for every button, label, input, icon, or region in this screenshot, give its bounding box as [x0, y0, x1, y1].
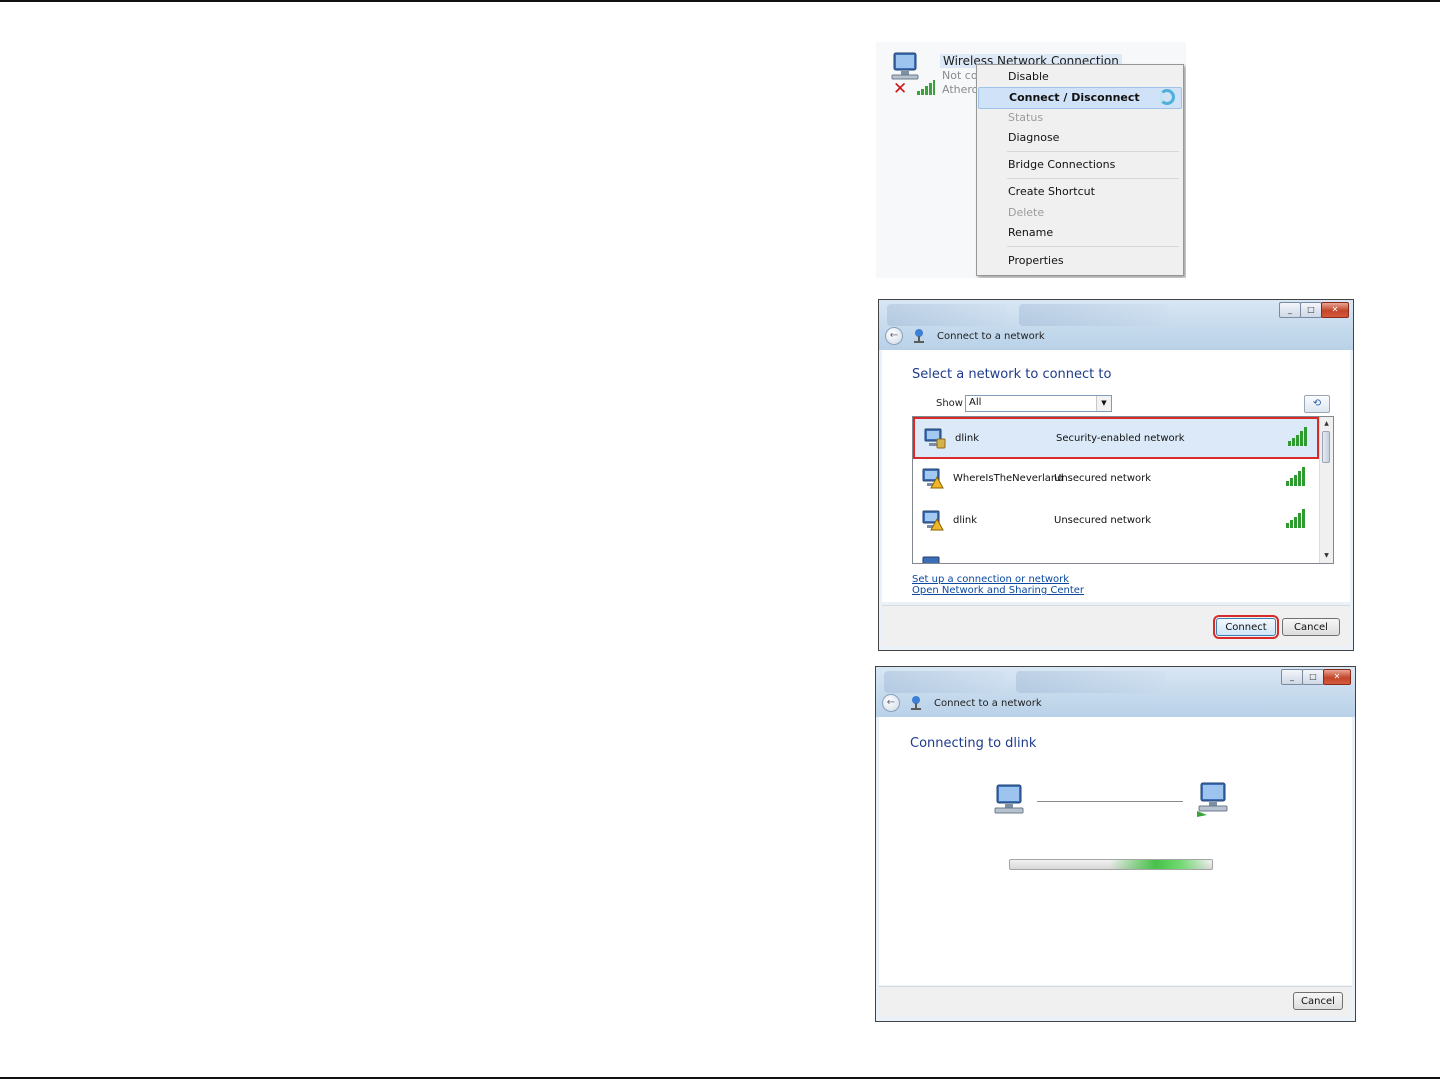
context-menu-screenshot: ✕ Wireless Network Connection Not con At… — [876, 42, 1186, 278]
connecting-dialog: _ □ ✕ ← Connect to a network Connecting … — [875, 666, 1356, 1022]
connect-button[interactable]: Connect — [1213, 615, 1279, 639]
menu-separator — [1007, 246, 1179, 247]
network-name: dlink — [953, 515, 978, 526]
progress-fill — [1110, 860, 1210, 869]
menu-item-create-shortcut[interactable]: Create Shortcut — [978, 182, 1182, 202]
close-button[interactable]: ✕ — [1321, 302, 1349, 318]
signal-strength-icon — [1286, 467, 1305, 486]
menu-item-status: Status — [978, 108, 1182, 128]
scrollbar-thumb[interactable] — [1322, 431, 1330, 463]
scroll-up-arrow-icon[interactable]: ▲ — [1320, 418, 1333, 430]
context-menu: Disable Connect / Disconnect Status Diag… — [976, 64, 1184, 276]
secured-network-icon — [924, 428, 946, 449]
cancel-button[interactable]: Cancel — [1282, 618, 1340, 636]
titlebar-background-blur — [887, 304, 1007, 326]
dialog-caption: Connect to a network — [937, 331, 1045, 342]
network-adapter-icon — [891, 52, 919, 80]
network-icon — [922, 556, 940, 563]
scroll-down-arrow-icon[interactable]: ▼ — [1320, 550, 1333, 562]
menu-item-rename[interactable]: Rename — [978, 223, 1182, 243]
show-filter-select[interactable]: All ▼ — [965, 395, 1112, 412]
refresh-button[interactable]: ⟲ — [1304, 395, 1330, 413]
setup-connection-link[interactable]: Set up a connection or network — [912, 574, 1069, 585]
menu-item-connect-disconnect[interactable]: Connect / Disconnect — [978, 87, 1182, 109]
network-security: Security-enabled network — [1056, 433, 1185, 444]
top-rule — [0, 0, 1440, 2]
maximize-button[interactable]: □ — [1302, 669, 1324, 685]
network-row-dlink-unsecured[interactable]: dlink Unsecured network — [913, 501, 1319, 543]
dialog-footer: Cancel — [879, 986, 1352, 1017]
network-sharing-center-link[interactable]: Open Network and Sharing Center — [912, 585, 1084, 596]
menu-item-label: Diagnose — [1008, 131, 1060, 144]
network-security: Unsecured network — [1054, 515, 1152, 526]
dialog-content: Connecting to dlink — [879, 717, 1352, 985]
network-name: WhereIsTheNeverland — [953, 473, 1064, 484]
menu-item-diagnose[interactable]: Diagnose — [978, 128, 1182, 148]
titlebar-background-blur — [1016, 671, 1166, 693]
menu-item-disable[interactable]: Disable — [978, 67, 1182, 87]
menu-item-label: Bridge Connections — [1008, 158, 1116, 171]
window-controls: _ □ ✕ — [1281, 669, 1351, 685]
refresh-icon: ⟲ — [1312, 398, 1322, 409]
close-button[interactable]: ✕ — [1323, 669, 1351, 685]
minimize-button[interactable]: _ — [1281, 669, 1303, 685]
bottom-rule — [0, 1077, 1440, 1079]
dialog-titlebar: _ □ ✕ ← Connect to a network — [879, 300, 1353, 350]
titlebar-background-blur — [884, 671, 1004, 693]
menu-item-label: Status — [1008, 111, 1044, 124]
back-arrow-icon[interactable]: ← — [885, 327, 903, 345]
connection-progress-bar — [1009, 859, 1213, 870]
signal-strength-icon — [1288, 427, 1307, 446]
menu-item-label: Disable — [1008, 70, 1049, 83]
computer-icon — [994, 784, 1024, 814]
connection-visual — [879, 717, 1352, 985]
menu-item-delete: Delete — [978, 203, 1182, 223]
unsecured-network-icon — [922, 468, 944, 489]
maximize-button[interactable]: □ — [1300, 302, 1322, 318]
menu-separator — [1007, 178, 1179, 179]
network-wizard-icon — [911, 696, 921, 710]
show-filter-value: All — [969, 397, 982, 408]
dialog-heading: Select a network to connect to — [912, 367, 1112, 382]
signal-strength-icon — [1286, 509, 1305, 528]
network-name: dlink — [955, 433, 980, 444]
cancel-button[interactable]: Cancel — [1293, 992, 1343, 1010]
dialog-caption: Connect to a network — [934, 698, 1042, 709]
select-network-dialog: _ □ ✕ ← Connect to a network Select a ne… — [878, 299, 1354, 651]
menu-item-label: Create Shortcut — [1008, 185, 1095, 198]
dialog-titlebar: _ □ ✕ ← Connect to a network — [876, 667, 1355, 717]
network-wizard-icon — [914, 329, 924, 343]
wireless-network-icon — [1197, 782, 1228, 817]
chevron-down-icon[interactable]: ▼ — [1096, 396, 1111, 411]
network-list-scrollbar[interactable]: ▲ ▼ — [1319, 417, 1333, 563]
menu-item-label: Delete — [1008, 206, 1045, 219]
menu-item-label: Properties — [1008, 254, 1064, 267]
minimize-button[interactable]: _ — [1279, 302, 1301, 318]
menu-item-properties[interactable]: Properties — [978, 251, 1182, 271]
network-row-partial[interactable] — [913, 543, 1319, 563]
network-list: dlink Security-enabled network WhereIsTh… — [912, 416, 1334, 564]
dialog-footer: Connect Cancel — [882, 605, 1350, 646]
network-row-whereistheneverland[interactable]: WhereIsTheNeverland Unsecured network — [913, 459, 1319, 501]
dialog-content: Select a network to connect to Show All … — [882, 350, 1350, 602]
disconnected-x-icon: ✕ — [893, 79, 908, 99]
window-controls: _ □ ✕ — [1279, 302, 1349, 318]
menu-separator — [1007, 151, 1179, 152]
menu-item-bridge-connections[interactable]: Bridge Connections — [978, 155, 1182, 175]
network-row-dlink-secured[interactable]: dlink Security-enabled network — [913, 417, 1319, 459]
busy-spinner-icon — [1159, 89, 1175, 105]
connection-line — [1037, 801, 1183, 802]
unsecured-network-icon — [922, 510, 944, 531]
show-label: Show — [936, 398, 963, 409]
titlebar-background-blur — [1019, 304, 1169, 326]
menu-item-label: Connect / Disconnect — [1009, 91, 1140, 104]
menu-item-label: Rename — [1008, 226, 1054, 239]
back-arrow-icon[interactable]: ← — [882, 694, 900, 712]
signal-bars-icon — [917, 80, 935, 95]
network-security: Unsecured network — [1054, 473, 1152, 484]
